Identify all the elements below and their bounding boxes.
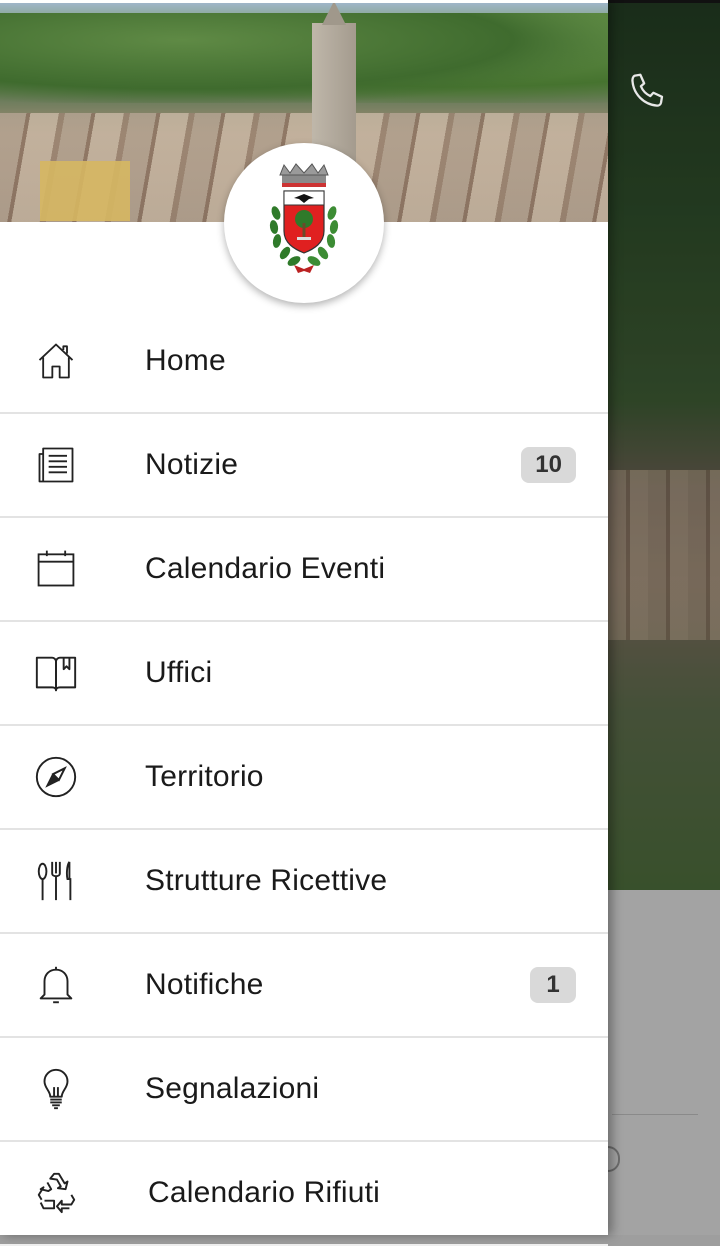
recycle-icon — [32, 1169, 80, 1217]
municipality-logo — [224, 143, 384, 303]
navigation-drawer: Home Notizie 10 Calendario Eventi Uffici… — [0, 0, 608, 1246]
phone-button[interactable] — [624, 68, 672, 116]
home-icon — [32, 337, 80, 385]
menu-item-calendario-rifiuti[interactable]: Calendario Rifiuti — [0, 1142, 608, 1246]
menu-item-label: Uffici — [145, 656, 213, 689]
coat-of-arms-icon — [254, 161, 354, 285]
hero-bell-tower — [312, 3, 356, 163]
phone-icon — [625, 69, 671, 115]
menu-item-label: Territorio — [145, 760, 264, 793]
menu-item-calendario-eventi[interactable]: Calendario Eventi — [0, 518, 608, 622]
menu-item-label: Segnalazioni — [145, 1072, 320, 1105]
unread-count-badge: 1 — [530, 967, 576, 1003]
book-icon — [32, 649, 80, 697]
calendar-icon — [32, 545, 80, 593]
hero-yellow-house — [40, 161, 130, 221]
bell-icon — [32, 961, 80, 1009]
menu-item-label: Home — [145, 344, 226, 377]
menu-item-segnalazioni[interactable]: Segnalazioni — [0, 1038, 608, 1142]
menu-item-label: Strutture Ricettive — [145, 864, 388, 897]
drawer-menu: Home Notizie 10 Calendario Eventi Uffici… — [0, 310, 608, 1246]
menu-item-label: Notifiche — [145, 968, 264, 1001]
lightbulb-icon — [32, 1065, 80, 1113]
compass-icon — [32, 753, 80, 801]
menu-item-territorio[interactable]: Territorio — [0, 726, 608, 830]
menu-item-label: Calendario Rifiuti — [148, 1176, 381, 1209]
background-houses — [608, 470, 720, 640]
hero-hillside — [0, 13, 608, 103]
menu-item-notizie[interactable]: Notizie 10 — [0, 414, 608, 518]
menu-item-strutture-ricettive[interactable]: Strutture Ricettive — [0, 830, 608, 934]
menu-item-uffici[interactable]: Uffici — [0, 622, 608, 726]
background-divider — [612, 1114, 698, 1115]
unread-count-badge: 10 — [521, 447, 576, 483]
menu-item-notifiche[interactable]: Notifiche 1 — [0, 934, 608, 1038]
newspaper-icon — [32, 441, 80, 489]
menu-item-label: Notizie — [145, 448, 239, 481]
menu-item-label: Calendario Eventi — [145, 552, 386, 585]
fork-knife-icon — [32, 857, 80, 905]
menu-item-home[interactable]: Home — [0, 310, 608, 414]
